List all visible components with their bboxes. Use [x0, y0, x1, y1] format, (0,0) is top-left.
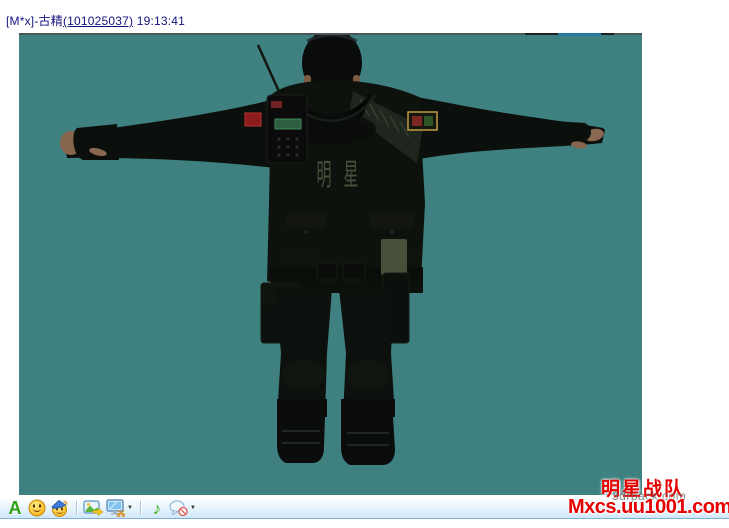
- smiley-icon: [28, 499, 46, 517]
- font-format-icon: A: [9, 499, 22, 517]
- image-top-border-dark-segment2: [601, 33, 614, 35]
- screen-capture-button[interactable]: ▼: [106, 499, 133, 518]
- chat-bubble-block-icon: [169, 500, 189, 517]
- message-filter-dropdown-icon: ▼: [190, 505, 196, 511]
- message-filter-button[interactable]: ▼: [169, 499, 196, 518]
- pasted-model-image[interactable]: 明 星: [19, 33, 642, 495]
- magic-smiley-icon: [50, 499, 69, 517]
- message-input-area[interactable]: [0, 520, 729, 528]
- audio-button[interactable]: ♪: [147, 499, 167, 518]
- watermark-site-url: Mxcs.uu1001.com: [568, 496, 729, 519]
- back-text-left: 明: [317, 160, 332, 193]
- music-note-icon: ♪: [153, 500, 162, 517]
- qq-chat-window: [M*x]-古精(101025037) 19:13:41: [0, 0, 729, 528]
- back-text-right: 星: [344, 160, 359, 193]
- send-image-button[interactable]: [83, 499, 104, 518]
- message-timestamp: 19:13:41: [133, 14, 185, 28]
- sender-qq-number-link[interactable]: (101025037): [63, 14, 133, 28]
- sender-name: [M*x]-古精: [6, 14, 63, 28]
- screen-capture-dropdown-icon: ▼: [127, 505, 133, 511]
- character-model-drawing: 明 星: [19, 33, 642, 495]
- message-header: [M*x]-古精(101025037) 19:13:41: [6, 12, 185, 29]
- emoticon-button[interactable]: [27, 499, 47, 518]
- send-image-icon: [83, 499, 104, 517]
- image-top-border-dark-segment: [525, 33, 558, 35]
- font-format-button[interactable]: A: [5, 499, 25, 518]
- toolbar-separator: [76, 501, 78, 515]
- image-top-border-blue-segment: [558, 33, 601, 36]
- screen-capture-icon: [106, 499, 126, 517]
- magic-emoticon-button[interactable]: [49, 499, 69, 518]
- toolbar-separator: [140, 501, 142, 515]
